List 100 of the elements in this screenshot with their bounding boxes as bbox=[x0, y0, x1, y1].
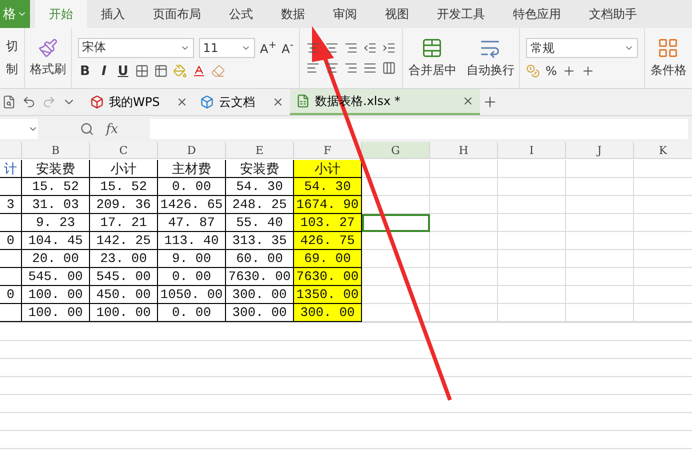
column-header[interactable]: K bbox=[634, 142, 692, 159]
document-tab[interactable]: 云文档 bbox=[194, 89, 290, 115]
ribbon-tab[interactable]: 数据 bbox=[267, 0, 319, 28]
table-cell: 69. 00 bbox=[294, 250, 362, 268]
merge-cells-icon bbox=[421, 37, 444, 59]
table-cell: 1350. 00 bbox=[294, 286, 362, 304]
format-painter-button[interactable]: 格式刷 bbox=[25, 28, 72, 88]
app-menu-button[interactable]: 格 bbox=[0, 0, 30, 28]
brush-icon bbox=[38, 38, 58, 58]
print-preview-icon[interactable] bbox=[2, 95, 16, 109]
fill-color-icon[interactable] bbox=[173, 64, 187, 78]
table-cell bbox=[430, 268, 498, 286]
wrap-text-button[interactable]: 自动换行 bbox=[461, 28, 520, 88]
align-center-icon[interactable] bbox=[325, 61, 340, 75]
table-cell: 0. 00 bbox=[158, 178, 226, 196]
table-cell bbox=[362, 196, 430, 214]
align-middle-icon[interactable] bbox=[325, 41, 340, 55]
indent-icon[interactable] bbox=[382, 41, 396, 55]
column-header[interactable]: J bbox=[566, 142, 634, 159]
copy-button[interactable]: 制 bbox=[6, 61, 18, 78]
merge-center-button[interactable]: 合并居中 bbox=[403, 28, 462, 88]
ribbon-tab[interactable]: 开发工具 bbox=[423, 0, 499, 28]
table-cell: 15. 52 bbox=[22, 178, 90, 196]
table-cell bbox=[362, 178, 430, 196]
new-tab-icon[interactable] bbox=[482, 94, 498, 110]
cell-style-icon[interactable] bbox=[154, 64, 168, 78]
undo-icon[interactable] bbox=[22, 95, 36, 109]
shrink-font-button[interactable]: A$^{-}$ bbox=[282, 40, 294, 56]
table-cell bbox=[430, 250, 498, 268]
table-cell: 142. 25 bbox=[90, 232, 158, 250]
justify-icon[interactable] bbox=[363, 61, 378, 75]
align-right-icon[interactable] bbox=[344, 61, 358, 75]
document-tab[interactable]: 我的WPS bbox=[84, 89, 194, 115]
table-cell bbox=[430, 286, 498, 304]
close-icon[interactable] bbox=[176, 96, 188, 108]
borders-icon[interactable] bbox=[135, 64, 149, 78]
selected-cell[interactable] bbox=[362, 214, 430, 232]
align-bottom-icon[interactable] bbox=[344, 41, 358, 55]
table-cell: 9. 00 bbox=[158, 250, 226, 268]
table-cell: 0 bbox=[0, 232, 22, 250]
table-cell: 248. 25 bbox=[226, 196, 294, 214]
search-icon[interactable] bbox=[80, 122, 94, 136]
table-cell: 55. 40 bbox=[226, 214, 294, 232]
table-cell: 100. 00 bbox=[90, 304, 158, 322]
font-style-button[interactable]: U bbox=[116, 64, 130, 78]
table-cell bbox=[566, 214, 634, 232]
ribbon-tab[interactable]: 页面布局 bbox=[139, 0, 215, 28]
table-cell: 23. 00 bbox=[90, 250, 158, 268]
column-header[interactable]: E bbox=[226, 142, 294, 159]
font-style-button[interactable]: B bbox=[78, 64, 92, 78]
table-cell bbox=[430, 178, 498, 196]
align-top-icon[interactable] bbox=[306, 41, 320, 55]
table-cell bbox=[634, 214, 692, 232]
formula-field[interactable] bbox=[150, 119, 688, 139]
number-format-field[interactable]: 常规 bbox=[526, 38, 638, 58]
cut-button[interactable]: 切 bbox=[6, 38, 18, 55]
distribute-icon[interactable] bbox=[382, 61, 396, 75]
table-cell bbox=[498, 178, 566, 196]
table-cell: 7630. 00 bbox=[226, 268, 294, 286]
grow-font-button[interactable]: A$^{+}$ bbox=[260, 40, 277, 56]
table-cell bbox=[430, 214, 498, 232]
ribbon-tab[interactable]: 插入 bbox=[87, 0, 139, 28]
ribbon-tab[interactable]: 公式 bbox=[215, 0, 267, 28]
close-icon[interactable] bbox=[272, 96, 284, 108]
table-cell: 31. 03 bbox=[22, 196, 90, 214]
table-cell bbox=[566, 160, 634, 178]
table-cell bbox=[430, 160, 498, 178]
table-cell bbox=[566, 250, 634, 268]
ribbon-tab[interactable]: 文档助手 bbox=[575, 0, 651, 28]
table-cell bbox=[498, 250, 566, 268]
table-cell bbox=[634, 286, 692, 304]
column-header[interactable]: D bbox=[158, 142, 226, 159]
table-cell bbox=[634, 196, 692, 214]
column-header[interactable]: I bbox=[498, 142, 566, 159]
ribbon-tab[interactable]: 审阅 bbox=[319, 0, 371, 28]
table-cell: 113. 40 bbox=[158, 232, 226, 250]
table-cell bbox=[498, 196, 566, 214]
conditional-format-button[interactable]: 条件格 bbox=[645, 28, 692, 88]
column-header[interactable]: H bbox=[430, 142, 498, 159]
logo-icon bbox=[90, 95, 104, 109]
ribbon-tab[interactable]: 特色应用 bbox=[499, 0, 575, 28]
table-cell bbox=[634, 232, 692, 250]
column-header[interactable]: B bbox=[22, 142, 90, 159]
column-header[interactable]: F bbox=[294, 142, 362, 159]
function-button[interactable]: fx bbox=[106, 122, 118, 136]
table-cell: 7630. 00 bbox=[294, 268, 362, 286]
font-color-icon[interactable] bbox=[192, 64, 206, 78]
ribbon-tab[interactable]: 开始 bbox=[35, 0, 87, 28]
table-cell: 54. 30 bbox=[226, 178, 294, 196]
outdent-icon[interactable] bbox=[363, 41, 378, 55]
font-name-field[interactable]: 宋体 bbox=[78, 38, 194, 58]
font-size-field[interactable]: 11 bbox=[199, 38, 255, 58]
align-left-icon[interactable] bbox=[306, 61, 320, 75]
close-icon[interactable] bbox=[462, 95, 474, 107]
font-style-button[interactable]: I bbox=[97, 64, 111, 78]
ribbon-tab[interactable]: 视图 bbox=[371, 0, 423, 28]
table-cell: 小计 bbox=[294, 160, 362, 178]
column-header[interactable]: G bbox=[362, 142, 430, 159]
column-header[interactable]: C bbox=[90, 142, 158, 159]
percent-button[interactable]: % bbox=[545, 64, 557, 78]
